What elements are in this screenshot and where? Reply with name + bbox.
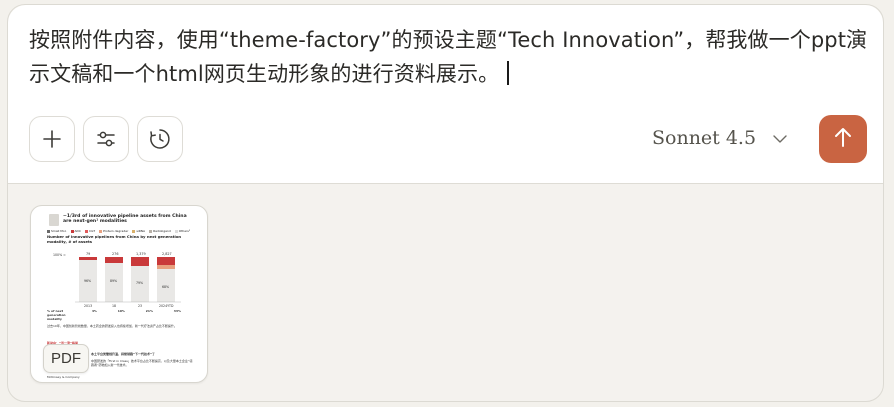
thumbnail-heading: 本土平台类管线升温，持续领跑“下一代技术”了: [91, 352, 155, 356]
bar-share: 79%: [136, 281, 143, 285]
bar-total: 2,827: [162, 252, 172, 256]
prompt-text: 按照附件内容，使用“theme-factory”的预设主题“Tech Innov…: [29, 28, 868, 86]
bar-total: 79: [86, 252, 90, 256]
modality-share-row: % of next generation modality 4% 10% 21%…: [47, 309, 181, 322]
thumbnail-footer: McKinsey & Company: [47, 375, 80, 379]
add-button[interactable]: [29, 116, 75, 162]
category-label: 2013: [84, 304, 92, 308]
sliders-icon: [95, 128, 117, 150]
pdf-attachment-card[interactable]: ~1/3rd of innovative pipeline assets fro…: [30, 205, 208, 383]
settings-button[interactable]: [83, 116, 129, 162]
arrow-up-icon: [833, 126, 853, 152]
legend-item: CGT: [84, 229, 95, 233]
thumbnail-bar-chart: 100% = 79 96% 276 89% 1,379 79% 2,827 68…: [53, 252, 181, 308]
bar-segment: [157, 265, 175, 269]
bar-total: 1,379: [136, 252, 146, 256]
prompt-textarea[interactable]: 按照附件内容，使用“theme-factory”的预设主题“Tech Innov…: [29, 23, 874, 91]
legend-item: siRNA: [132, 229, 145, 233]
bar-share: 96%: [84, 279, 91, 283]
legend-item: ADC: [70, 229, 81, 233]
axis-total-label: 100% =: [53, 253, 66, 257]
history-button[interactable]: [137, 116, 183, 162]
bar-total: 276: [112, 252, 118, 256]
category-label: 2024YTD: [159, 304, 174, 308]
category-label: 23: [138, 304, 142, 308]
thumbnail-note: 中国研发的「First in Class」技术平台占比不断提高，以及大量本土企业…: [91, 359, 193, 368]
bar-share: 89%: [110, 279, 117, 283]
legend-item: Radioligand: [149, 229, 171, 233]
bar-segment: [105, 257, 123, 263]
category-label: 18: [112, 304, 116, 308]
send-button[interactable]: [819, 115, 867, 163]
model-selector[interactable]: Sonnet 4.5: [652, 123, 788, 153]
legend-item: Others²: [174, 229, 190, 233]
legend-item: Small Mol.: [47, 229, 67, 233]
clock-icon: [148, 127, 172, 151]
plus-icon: [42, 129, 62, 149]
bar-segment: [131, 257, 149, 266]
chevron-down-icon: [772, 127, 788, 149]
model-name: Sonnet 4.5: [652, 127, 757, 149]
text-caret: [507, 61, 510, 85]
bar-segment: [157, 257, 175, 265]
thumbnail-title: ~1/3rd of innovative pipeline assets fro…: [63, 214, 187, 225]
bar-share: 68%: [162, 285, 169, 289]
legend-item: Protein degrader: [99, 229, 128, 233]
document-icon: [49, 214, 59, 226]
message-composer: 按照附件内容，使用“theme-factory”的预设主题“Tech Innov…: [7, 4, 884, 402]
composer-input-area: 按照附件内容，使用“theme-factory”的预设主题“Tech Innov…: [8, 5, 883, 184]
thumbnail-note: 过去10年，中国创新管线数量，本土药企的研发投入也持续增加，新一代疗法资产占比不…: [47, 324, 177, 328]
file-type-badge: PDF: [43, 344, 89, 373]
thumbnail-legend: Small Mol. ADC CGT Protein degrader siRN…: [47, 229, 197, 233]
thumbnail-subtitle: Number of innovative pipelines from Chin…: [47, 234, 182, 244]
bar-segment: [79, 257, 97, 260]
